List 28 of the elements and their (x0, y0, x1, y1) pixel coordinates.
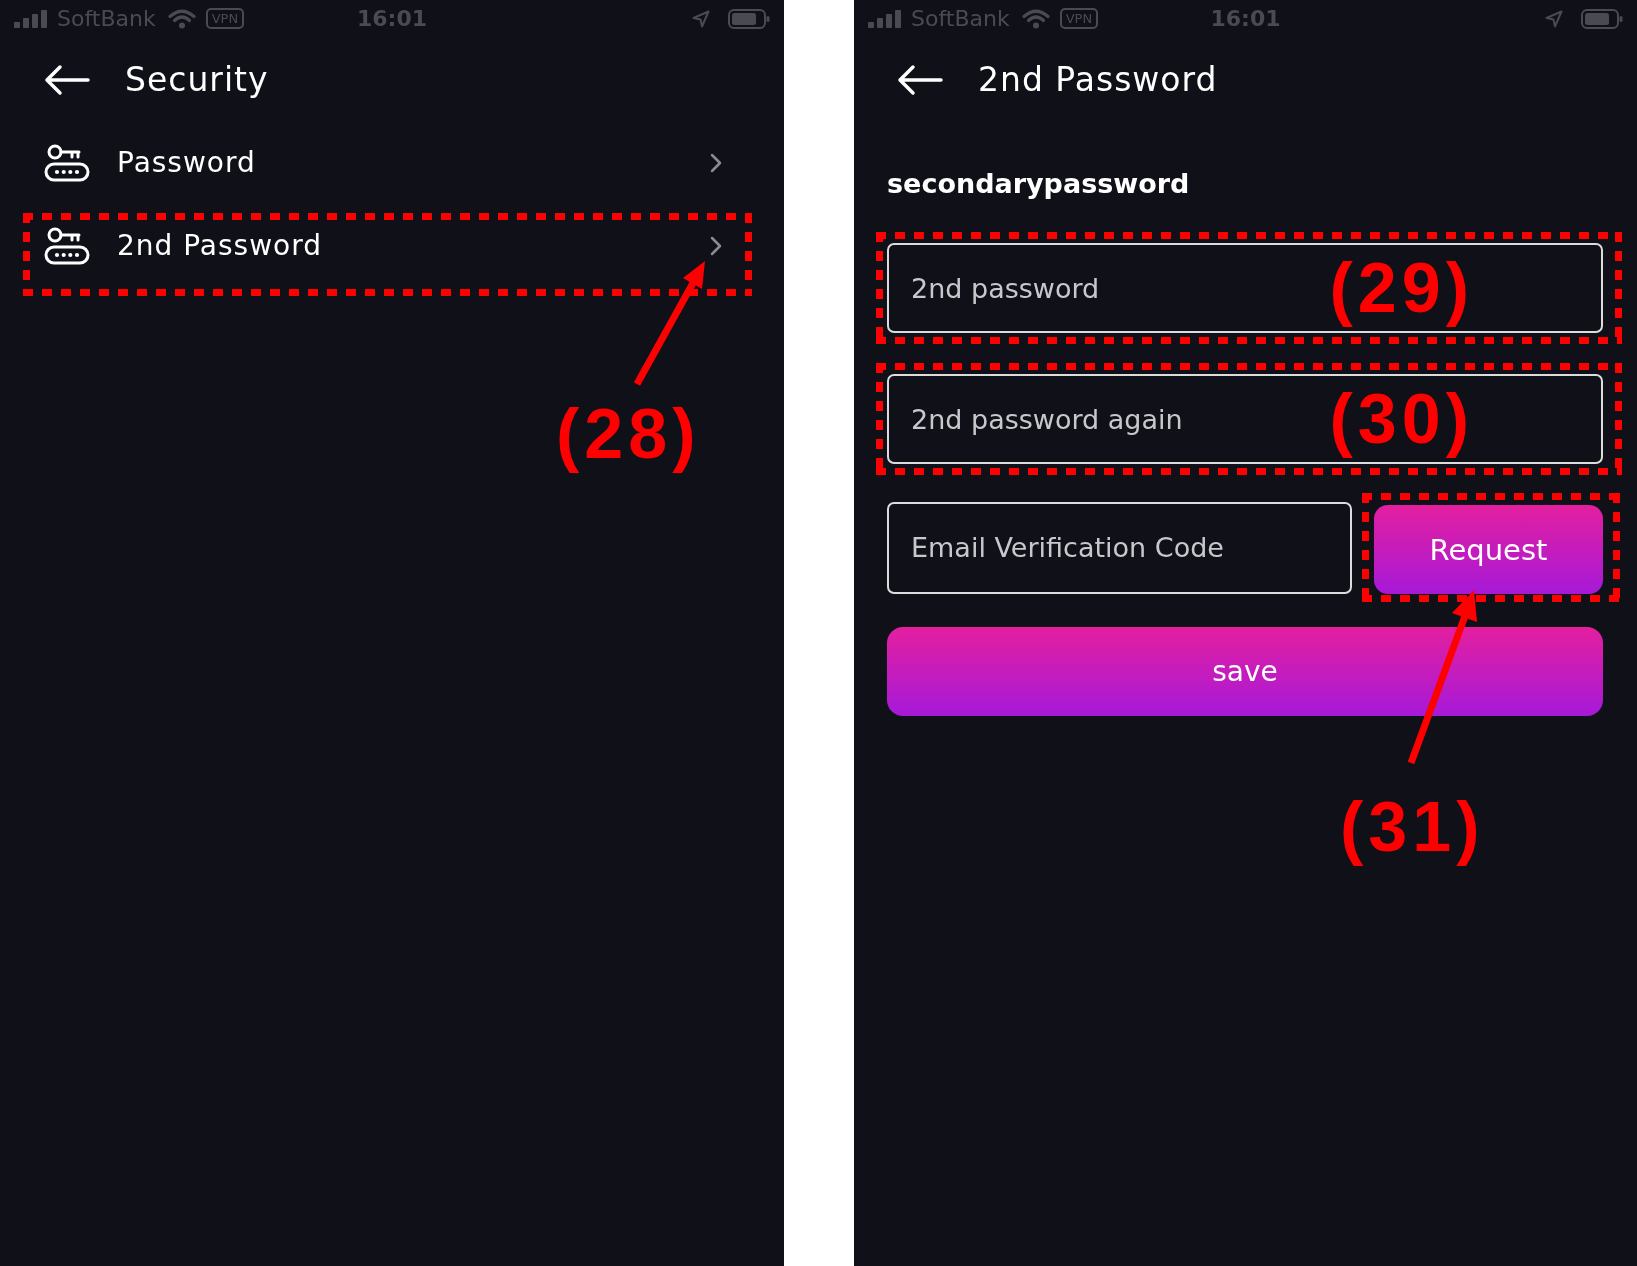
menu-item[interactable]: 2nd Password (30, 213, 745, 278)
chevron-right-icon (710, 235, 722, 256)
back-icon[interactable] (897, 64, 943, 96)
request-button[interactable]: Request (1374, 505, 1603, 594)
signal-icon (868, 10, 902, 28)
wifi-icon (1021, 9, 1050, 29)
wifi-icon (167, 9, 196, 29)
vpn-badge: VPN (1059, 8, 1099, 30)
code-field[interactable]: Email Verification Code (887, 501, 1352, 594)
location-arrow-icon (1545, 10, 1563, 28)
battery-icon (1581, 9, 1623, 29)
status-time: 16:01 (1210, 5, 1281, 33)
key-icon (44, 226, 90, 265)
vpn-badge: VPN (205, 8, 245, 30)
carrier-name: SoftBank (911, 5, 1010, 33)
location-arrow-icon (692, 10, 710, 28)
section-label: secondarypassword (887, 167, 1190, 201)
status-time: 16:01 (357, 5, 427, 33)
carrier-name: SoftBank (57, 5, 156, 33)
chevron-right-icon (710, 152, 722, 173)
signal-icon (14, 10, 48, 28)
screen-title: 2nd Password (978, 60, 1218, 100)
back-icon[interactable] (44, 64, 90, 96)
key-icon (44, 143, 90, 182)
menu-item[interactable]: Password (30, 130, 745, 195)
save-button[interactable]: save (887, 627, 1603, 716)
battery-icon (728, 9, 770, 29)
screen-title: Security (125, 60, 269, 100)
